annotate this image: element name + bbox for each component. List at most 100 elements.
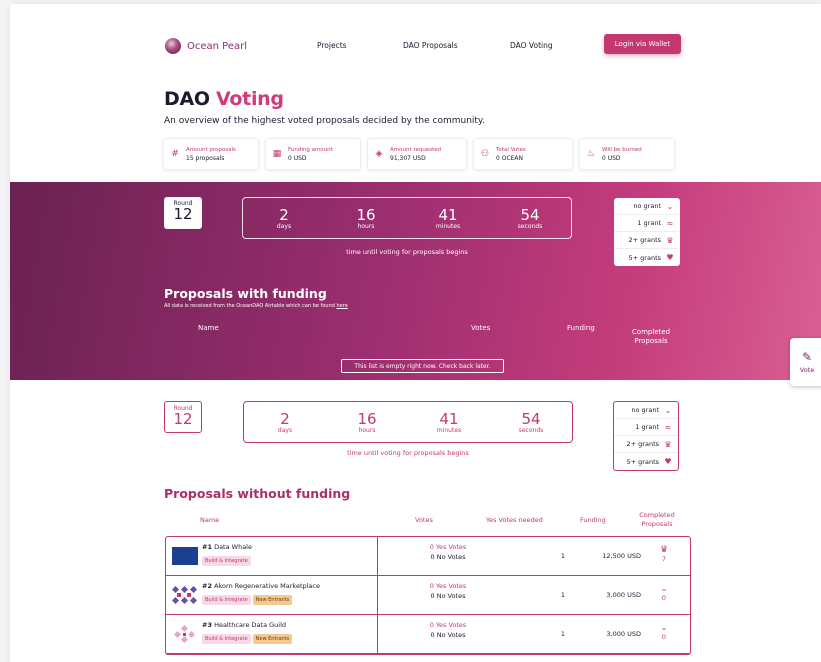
round-badge: Round 12: [164, 197, 202, 229]
category-tag: New Entrants: [252, 634, 293, 644]
proposal-tags: Build & Integrate: [202, 556, 251, 566]
brand-name: Ocean Pearl: [187, 40, 248, 52]
timer-hours-unit: hours: [358, 426, 376, 434]
grant-label: no grant: [631, 406, 659, 414]
proposal-title[interactable]: #1 Data Whale: [202, 543, 252, 551]
timer-seconds-value: 54: [521, 409, 541, 428]
nav-dao-voting-link[interactable]: DAO Voting: [510, 41, 553, 50]
round-number: 12: [173, 205, 193, 223]
stat-label: Will be burned: [602, 146, 642, 153]
timer-caption-lower: time until voting for proposals begins: [347, 449, 469, 457]
unfunded-proposals-table: #1 Data Whale Build & Integrate 0 Yes Vo…: [165, 536, 691, 655]
crown-icon: ♛: [664, 439, 672, 449]
stats-row: # Amount proposals 15 proposals ▦ Funding…: [163, 138, 675, 170]
nav-projects-link[interactable]: Projects: [317, 41, 347, 50]
grant-legend-one: 1 grant ≈: [614, 419, 678, 436]
project-logo-icon: [171, 585, 198, 605]
timer-seconds: 54 seconds: [496, 411, 566, 434]
chevron-down-icon: ⌄: [664, 405, 672, 415]
money-icon: ▦: [272, 149, 282, 159]
timer-days-unit: days: [276, 222, 292, 230]
timer-seconds-unit: seconds: [518, 426, 544, 434]
unfunded-section-title: Proposals without funding: [164, 486, 351, 501]
proposal-name-cell: #2 Akorn Regenerative Marketplace Build …: [166, 576, 378, 615]
double-chevron-icon: ≈: [666, 218, 674, 228]
gem-icon: ♛: [659, 545, 669, 555]
table-row[interactable]: #3 Healthcare Data Guild Build & Integra…: [166, 615, 690, 654]
yes-votes: 0 Yes Votes: [429, 621, 467, 629]
vote-side-tab[interactable]: ✎ Vote: [790, 338, 821, 386]
grant-label: no grant: [633, 202, 661, 210]
login-wallet-button[interactable]: Login via Wallet: [604, 34, 681, 54]
timer-minutes: 41 minutes: [413, 207, 483, 230]
proposal-title[interactable]: #3 Healthcare Data Guild: [202, 621, 286, 629]
timer-hours-value: 16: [357, 409, 377, 428]
timer-minutes-unit: minutes: [435, 222, 461, 230]
stat-label: Amount proposals: [186, 146, 236, 153]
page-title: DAO Voting: [164, 88, 284, 110]
page-title-accent: Voting: [216, 88, 284, 110]
project-logo-icon: [172, 547, 198, 565]
yes-votes: 0 Yes Votes: [429, 582, 467, 590]
category-tag: Build & Integrate: [202, 634, 251, 644]
healthcare-logo-icon: [173, 624, 196, 644]
funding-amount: 3,000 USD: [606, 630, 641, 638]
gem-icon: ♥: [664, 457, 672, 466]
screenshot-stage: Ocean Pearl Projects DAO Proposals DAO V…: [0, 0, 821, 662]
no-votes: 0 No Votes: [430, 631, 466, 639]
stat-value: 91,307 USD: [390, 154, 426, 162]
chevron-down-icon: ⌄: [660, 623, 668, 633]
timer-hours-value: 16: [356, 205, 376, 224]
crown-icon: ♛: [666, 235, 674, 245]
airtable-link[interactable]: here: [337, 303, 348, 309]
stat-card-proposals: # Amount proposals 15 proposals: [163, 138, 259, 170]
proposal-name: Akorn Regenerative Marketplace: [214, 582, 320, 590]
votes-cell: 0 Yes Votes 0 No Votes: [378, 621, 518, 639]
completed-count: 7: [661, 555, 667, 563]
table-row[interactable]: #2 Akorn Regenerative Marketplace Build …: [166, 576, 690, 615]
proposal-name-cell: #3 Healthcare Data Guild Build & Integra…: [166, 615, 378, 654]
funded-col-name: Name: [198, 324, 219, 332]
page: Ocean Pearl Projects DAO Proposals DAO V…: [10, 4, 821, 662]
stat-card-requested: ◈ Amount requested 91,307 USD: [367, 138, 467, 170]
stat-value: 0 OCEAN: [496, 154, 524, 162]
akorn-logo-icon: [171, 585, 198, 605]
funded-col-funding: Funding: [567, 324, 595, 332]
timer-hours-unit: hours: [357, 222, 375, 230]
funding-amount: 12,500 USD: [602, 552, 641, 560]
double-chevron-icon: ≈: [664, 422, 672, 432]
round-badge-lower: Round 12: [164, 401, 202, 433]
timer-days-value: 2: [279, 205, 289, 224]
table-row[interactable]: #1 Data Whale Build & Integrate 0 Yes Vo…: [166, 537, 690, 576]
timer-days: 2 days: [250, 411, 320, 434]
round-number: 12: [173, 410, 193, 428]
proposal-name: Healthcare Data Guild: [214, 621, 287, 629]
tag-icon: ◈: [375, 149, 383, 159]
grant-label: 5+ grants: [628, 253, 661, 262]
completed-proposals-cell: ⌄ 0: [636, 584, 692, 602]
timer-seconds: 54 seconds: [495, 207, 565, 230]
grant-legend-one: 1 grant ≈: [614, 215, 680, 232]
proposal-number: #3: [202, 621, 212, 629]
timer-hours: 16 hours: [331, 207, 401, 230]
airtable-note: All data is received from the OceanDAO A…: [164, 303, 348, 309]
timer-minutes-value: 41: [438, 205, 458, 224]
funded-section-title: Proposals with funding: [164, 286, 327, 301]
nav-dao-proposals-link[interactable]: DAO Proposals: [403, 41, 458, 50]
grant-label: 1 grant: [635, 423, 659, 431]
category-tag: Build & Integrate: [202, 595, 251, 605]
no-votes: 0 No Votes: [430, 592, 466, 600]
funded-band: Round 12 2 days 16 hours 41 minutes 54 secon…: [10, 182, 821, 380]
page-subtitle: An overview of the highest voted proposa…: [164, 116, 485, 126]
stat-value: 0 USD: [288, 154, 307, 162]
votes-cell: 0 Yes Votes 0 No Votes: [378, 582, 518, 600]
grant-label: 2+ grants: [626, 440, 659, 448]
timer-seconds-value: 54: [520, 205, 540, 224]
unfunded-col-name: Name: [200, 516, 220, 524]
proposal-title[interactable]: #2 Akorn Regenerative Marketplace: [202, 582, 320, 590]
users-icon: ⚇: [480, 149, 490, 159]
grant-legend-two-plus: 2+ grants ♛: [614, 232, 680, 249]
grant-label: 5+ grants: [626, 457, 659, 466]
timer-seconds-unit: seconds: [517, 222, 543, 230]
brand-logo[interactable]: Ocean Pearl: [165, 38, 247, 54]
